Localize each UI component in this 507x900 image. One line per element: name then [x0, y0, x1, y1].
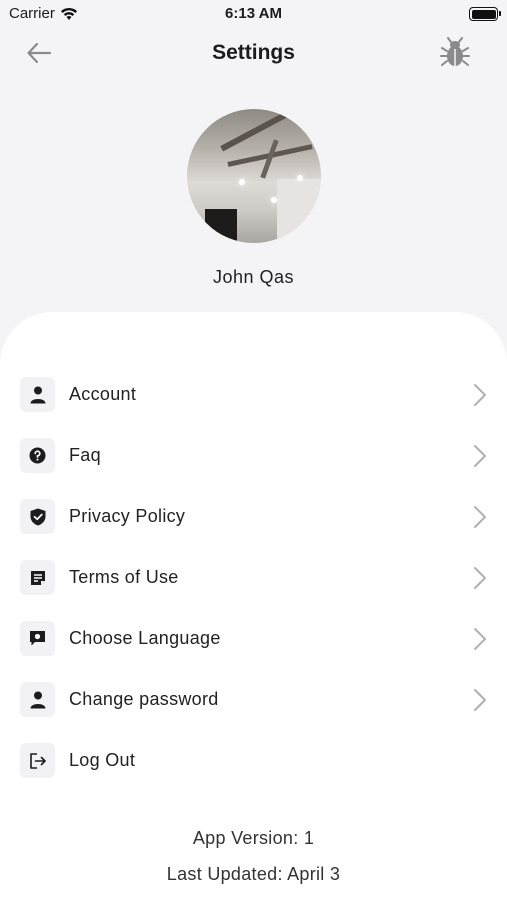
chevron-right-icon [474, 567, 486, 589]
battery-icon [469, 7, 501, 21]
menu-item-faq[interactable]: Faq [0, 425, 507, 486]
chevron-right-icon [474, 384, 486, 406]
menu-item-label: Log Out [69, 750, 136, 770]
page-title: Settings [212, 41, 295, 64]
menu-item-label: Privacy Policy [69, 506, 186, 526]
chevron-right-icon [474, 628, 486, 650]
avatar[interactable] [187, 109, 321, 243]
bug-icon [440, 37, 470, 66]
nav-bar: Settings [0, 30, 507, 76]
last-updated: Last Updated: April 3 [166, 864, 341, 884]
menu-item-label: Choose Language [69, 628, 221, 648]
debug-button[interactable] [437, 36, 473, 70]
question-circle-icon [29, 447, 46, 464]
menu-item-label: Account [69, 384, 137, 404]
person-icon [30, 691, 45, 708]
menu-item-log-out[interactable]: Log Out [0, 730, 507, 791]
chevron-right-icon [474, 445, 486, 467]
app-version: App Version: 1 [192, 828, 315, 848]
user-name: John Qas [212, 267, 295, 287]
menu-item-change-password[interactable]: Change password [0, 669, 507, 730]
chat-bubble-icon [30, 631, 45, 646]
menu-item-label: Terms of Use [69, 567, 179, 587]
logout-icon [29, 752, 46, 769]
shield-check-icon [30, 508, 45, 525]
menu-item-choose-language[interactable]: Choose Language [0, 608, 507, 669]
status-time: 6:13 AM [225, 5, 282, 22]
menu-item-label: Change password [69, 689, 219, 709]
chevron-right-icon [474, 689, 486, 711]
menu-item-account[interactable]: Account [0, 364, 507, 425]
settings-sheet: Account Faq Privacy Policy Terms of Use … [0, 312, 507, 900]
menu-item-privacy-policy[interactable]: Privacy Policy [0, 486, 507, 547]
settings-menu: Account Faq Privacy Policy Terms of Use … [0, 364, 507, 791]
menu-item-terms-of-use[interactable]: Terms of Use [0, 547, 507, 608]
person-icon [30, 386, 45, 403]
chevron-right-icon [474, 506, 486, 528]
menu-item-label: Faq [69, 445, 101, 465]
document-note-icon [30, 570, 45, 585]
status-bar: Carrier 6:13 AM [0, 0, 507, 28]
